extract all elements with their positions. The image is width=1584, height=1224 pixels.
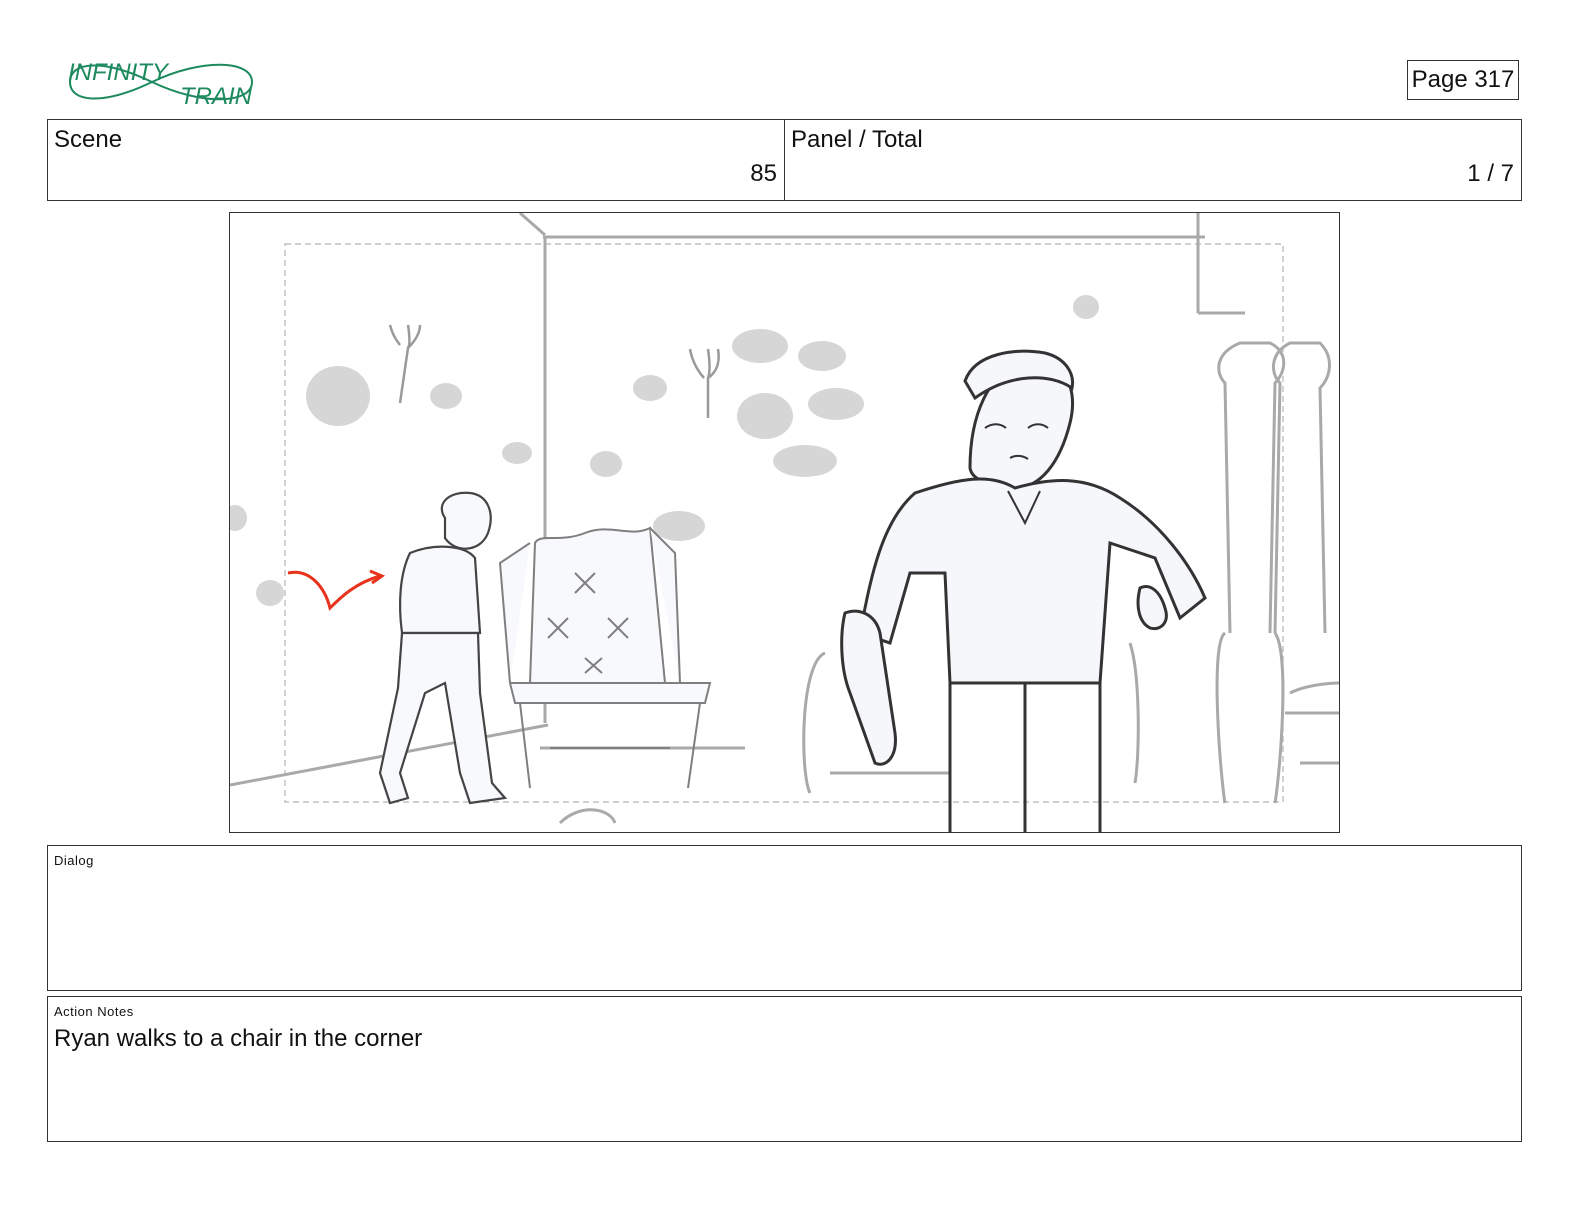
scene-label: Scene [54,126,123,153]
dialog-box: Dialog [47,845,1522,991]
panel-value: 1 / 7 [1467,160,1514,187]
infinity-train-logo: INFINITY TRAIN [62,52,262,112]
page-number: Page 317 [1407,60,1519,100]
action-notes-text: Ryan walks to a chair in the corner [54,1025,423,1052]
scene-cell: Scene 85 [48,120,784,200]
action-notes-label: Action Notes [54,1004,134,1019]
storyboard-panel [229,212,1340,833]
panel-label: Panel / Total [791,126,923,153]
logo-line1: INFINITY [68,59,170,86]
scene-value: 85 [750,160,777,187]
header-table: Scene 85 Panel / Total 1 / 7 [47,119,1522,201]
logo-line2: TRAIN [180,83,253,110]
dialog-label: Dialog [54,853,94,868]
boy-character-sketch [378,491,508,805]
page-number-label: Page 317 [1411,66,1515,93]
man-character-sketch [840,349,1207,832]
storyboard-sketch [230,213,1339,832]
panel-cell: Panel / Total 1 / 7 [784,120,1521,200]
motion-arrow [287,570,381,611]
action-notes-box: Action Notes Ryan walks to a chair in th… [47,996,1522,1142]
